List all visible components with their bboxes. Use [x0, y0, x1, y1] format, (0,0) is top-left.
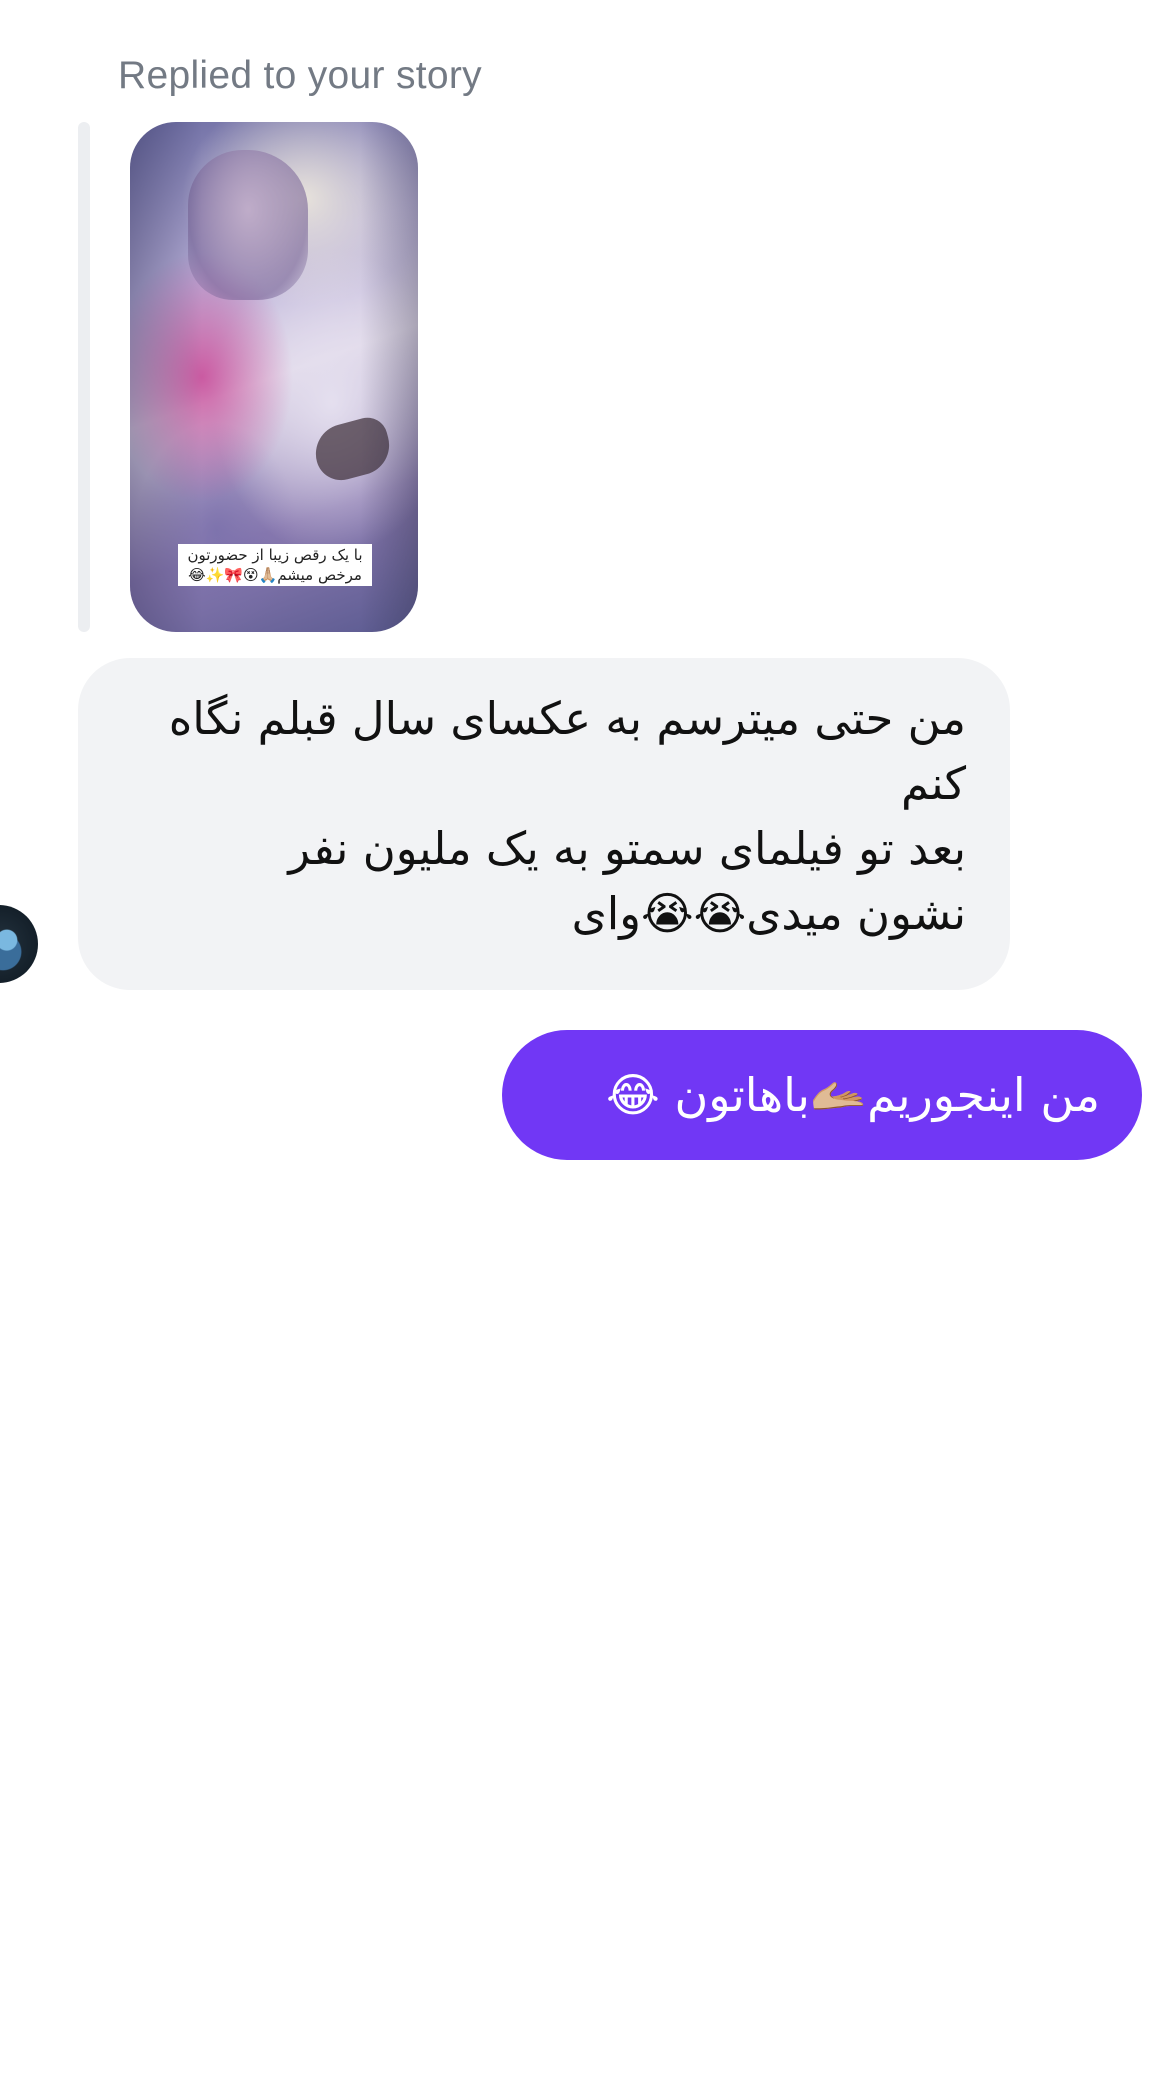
incoming-message-line-1: من حتی میترسم به عکسای سال قبلم نگاه	[168, 692, 966, 745]
story-reply-bar	[78, 122, 90, 632]
story-caption-line-1: با یک رقص زیبا از حضورتون	[187, 546, 363, 564]
story-reply-caption: Replied to your story	[118, 54, 482, 97]
outgoing-message-bubble[interactable]: من اینجوریم🫴🏼باهاتون 😂	[502, 1030, 1142, 1160]
story-thumbnail[interactable]: با یک رقص زیبا از حضورتون مرخص میشم🙏🏼😵🎀✨…	[130, 122, 418, 632]
story-thumbnail-caption: با یک رقص زیبا از حضورتون مرخص میشم🙏🏼😵🎀✨…	[178, 544, 372, 586]
incoming-message-bubble[interactable]: من حتی میترسم به عکسای سال قبلم نگاه کنم…	[78, 658, 1010, 990]
incoming-message-line-4: نشون میدی😭😭وای	[571, 887, 966, 940]
story-caption-line-2: مرخص میشم🙏🏼😵🎀✨😂	[188, 566, 362, 584]
incoming-message-line-2: کنم	[901, 757, 966, 810]
sender-avatar[interactable]	[0, 905, 38, 983]
incoming-message-line-3: بعد تو فیلمای سمتو به یک ملیون نفر	[288, 822, 966, 875]
